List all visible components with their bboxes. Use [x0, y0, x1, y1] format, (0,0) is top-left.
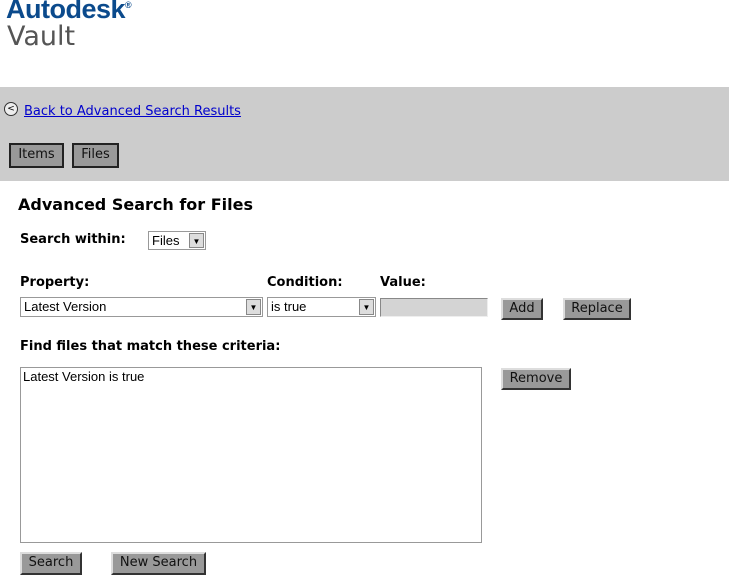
chevron-down-icon: ▼	[246, 299, 261, 315]
chevron-down-icon: ▼	[359, 299, 374, 315]
condition-label: Condition:	[267, 275, 343, 290]
condition-value: is true	[271, 299, 307, 314]
replace-button[interactable]: Replace	[563, 298, 631, 320]
condition-select[interactable]: is true ▼	[267, 297, 376, 317]
new-search-button[interactable]: New Search	[111, 552, 206, 575]
search-button[interactable]: Search	[20, 552, 82, 575]
page-title: Advanced Search for Files	[18, 195, 254, 214]
tab-items[interactable]: Items	[9, 143, 64, 168]
add-button[interactable]: Add	[501, 298, 543, 320]
search-within-label: Search within:	[20, 232, 126, 247]
list-item[interactable]: Latest Version is true	[23, 369, 479, 384]
criteria-listbox[interactable]: Latest Version is true	[20, 367, 482, 543]
property-value: Latest Version	[24, 299, 107, 314]
property-select[interactable]: Latest Version ▼	[20, 297, 263, 317]
criteria-label: Find files that match these criteria:	[20, 339, 281, 354]
search-within-value: Files	[152, 233, 180, 248]
remove-button[interactable]: Remove	[501, 368, 571, 390]
value-input[interactable]	[380, 298, 488, 317]
chevron-down-icon: ▼	[189, 233, 204, 248]
tab-files[interactable]: Files	[72, 143, 119, 168]
property-label: Property:	[20, 275, 90, 290]
value-label: Value:	[380, 275, 426, 290]
search-within-select[interactable]: Files ▼	[148, 231, 206, 250]
product-name: Vault	[7, 21, 76, 52]
back-arrow-icon[interactable]: <	[4, 102, 18, 116]
back-to-results-link[interactable]: Back to Advanced Search Results	[24, 104, 241, 119]
